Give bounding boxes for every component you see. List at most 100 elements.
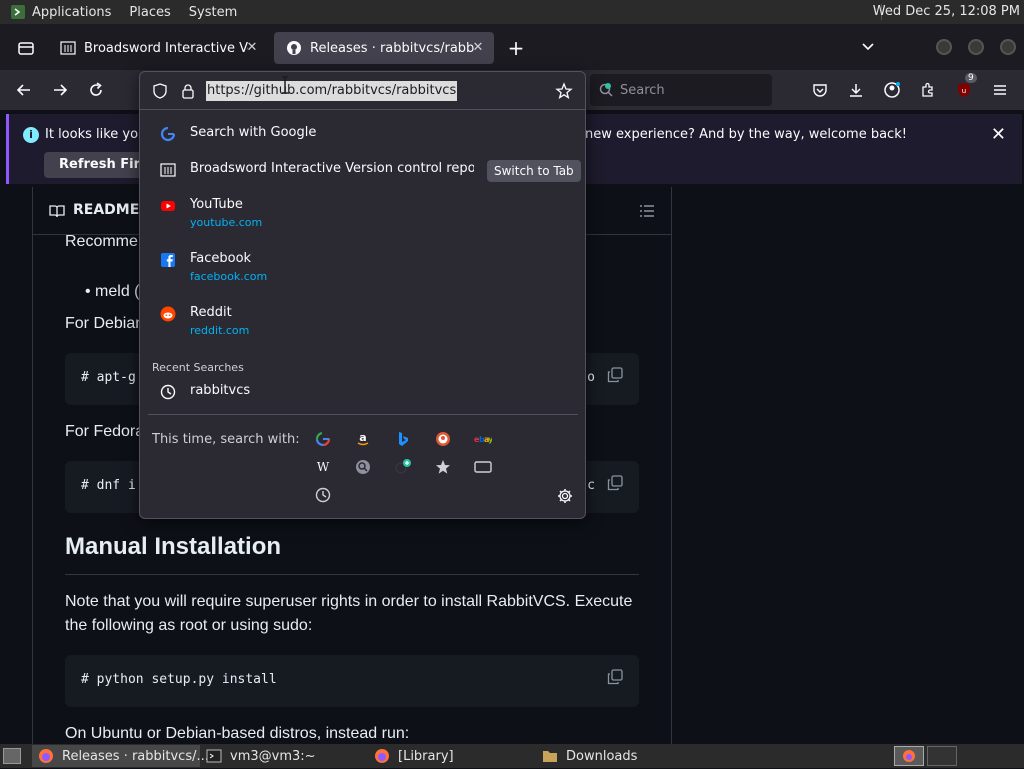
history-icon[interactable] <box>314 486 332 504</box>
taskbar-item-downloads[interactable]: Downloads <box>536 745 704 767</box>
suggestion-search-google[interactable]: Search with Google <box>148 122 578 158</box>
svg-text:a: a <box>359 431 366 444</box>
book-icon <box>49 203 65 219</box>
maximize-button[interactable] <box>968 39 984 55</box>
applications-menu-icon[interactable] <box>10 4 26 20</box>
facebook-icon <box>160 252 176 268</box>
url-input[interactable]: https://github.com/rabbitvcs/rabbitvcs <box>140 72 585 110</box>
reload-button[interactable] <box>84 78 108 102</box>
heading-rule <box>65 574 639 575</box>
bookmark-star-icon[interactable] <box>555 82 573 100</box>
terminal-icon <box>206 748 222 764</box>
suggestion-youtube[interactable]: YouTube youtube.com <box>148 194 578 248</box>
back-button[interactable] <box>12 78 36 102</box>
taskbar-item-label: Releases · rabbitvcs/... <box>62 748 209 764</box>
tab-broadsword[interactable]: Broadsword Interactive Version control r… <box>48 32 268 64</box>
reddit-icon <box>160 306 176 322</box>
switch-to-tab-button[interactable]: Switch to Tab <box>487 160 581 182</box>
hamburger-menu-icon[interactable] <box>988 78 1012 102</box>
search-input[interactable]: Search <box>590 74 772 106</box>
recommended-text: Recomme <box>65 233 138 250</box>
copy-icon[interactable] <box>607 475 623 491</box>
code-text: # apt-g <box>81 370 136 385</box>
firefox-icon <box>38 748 54 764</box>
menu-applications[interactable]: Applications <box>32 5 111 20</box>
clock[interactable]: Wed Dec 25, 12:08 PM <box>873 4 1020 19</box>
fedora-text: For Fedora <box>65 423 145 440</box>
add-engine-icon[interactable] <box>394 458 412 476</box>
firefox-icon <box>374 748 390 764</box>
menu-places[interactable]: Places <box>129 5 170 20</box>
taskbar-item-library[interactable]: [Library] <box>368 745 536 767</box>
amazon-icon[interactable]: a <box>354 430 372 448</box>
suggestion-url: facebook.com <box>190 270 268 283</box>
suggestion-url: reddit.com <box>190 324 250 337</box>
workspace-2[interactable] <box>927 746 957 766</box>
ublock-icon[interactable]: u 9 <box>952 73 977 102</box>
new-tab-button[interactable]: + <box>506 36 526 60</box>
tabs-icon[interactable] <box>474 458 492 476</box>
forward-button[interactable] <box>48 78 72 102</box>
pocket-icon[interactable] <box>808 78 832 102</box>
show-desktop-button[interactable] <box>3 748 21 764</box>
building-icon <box>160 162 176 178</box>
reload-icon <box>90 82 102 96</box>
tab-close-icon[interactable]: ✕ <box>244 40 260 56</box>
taskbar: Releases · rabbitvcs/... vm3@vm3:~ [Libr… <box>0 744 1024 768</box>
account-icon[interactable] <box>880 78 904 102</box>
suggestion-title: Facebook <box>190 251 252 266</box>
copy-icon[interactable] <box>607 367 623 383</box>
suggestion-title: YouTube <box>190 197 243 212</box>
taskbar-item-label: Downloads <box>566 748 638 764</box>
refresh-firefox-button[interactable]: Refresh Firefox… <box>44 152 152 178</box>
shield-icon[interactable] <box>152 83 168 99</box>
svg-text:y: y <box>488 435 492 444</box>
search-icon <box>599 83 613 97</box>
menu-system[interactable]: System <box>189 5 237 20</box>
youtube-icon <box>160 198 176 214</box>
code-text-tail: o <box>587 370 595 385</box>
copy-icon[interactable] <box>607 669 623 685</box>
minimize-button[interactable] <box>936 39 952 55</box>
duckduckgo-icon[interactable] <box>434 430 452 448</box>
tab-bar: Broadsword Interactive Version control r… <box>0 24 1024 70</box>
extensions-icon[interactable] <box>916 78 940 102</box>
firefox-view-icon[interactable] <box>16 38 36 58</box>
google-icon <box>160 126 176 142</box>
code-text-tail: c <box>587 478 595 493</box>
taskbar-item-firefox[interactable]: Releases · rabbitvcs/... <box>32 745 209 767</box>
table-of-contents-icon[interactable] <box>639 203 655 219</box>
google-icon[interactable] <box>314 430 332 448</box>
search-placeholder: Search <box>620 82 665 98</box>
workspace-1[interactable] <box>894 746 924 766</box>
lock-icon[interactable] <box>180 83 196 99</box>
taskbar-item-label: [Library] <box>398 748 454 764</box>
taskbar-item-terminal[interactable]: vm3@vm3:~ <box>200 745 368 767</box>
close-icon[interactable]: ✕ <box>991 124 1006 145</box>
tab-releases[interactable]: Releases · rabbitvcs/rabbitvcs ✕ <box>274 32 494 64</box>
urlbar-dropdown: https://github.com/rabbitvcs/rabbitvcs S… <box>139 71 586 519</box>
code-text: # python setup.py install <box>81 672 277 687</box>
chevron-down-icon[interactable] <box>860 38 876 54</box>
bookmarks-icon[interactable] <box>434 458 452 476</box>
extension-badge: 9 <box>965 73 977 83</box>
recent-search-text: rabbitvcs <box>190 383 251 398</box>
tab-title: Releases · rabbitvcs/rabbitvcs <box>310 40 474 56</box>
url-text[interactable]: https://github.com/rabbitvcs/rabbitvcs <box>206 81 458 101</box>
svg-text:u: u <box>962 87 966 95</box>
download-icon[interactable] <box>844 78 868 102</box>
wikipedia-icon[interactable]: W <box>314 458 332 476</box>
suggestion-facebook[interactable]: Facebook facebook.com <box>148 248 578 302</box>
clock-icon <box>160 384 176 400</box>
search-engine-icon[interactable] <box>354 458 372 476</box>
readme-tab[interactable]: README <box>73 202 139 218</box>
recent-search-item[interactable]: rabbitvcs <box>148 380 578 416</box>
gear-icon[interactable] <box>557 488 573 504</box>
ebay-icon[interactable]: ebay <box>474 430 492 448</box>
tab-close-icon[interactable]: ✕ <box>470 40 486 56</box>
suggestion-title: Reddit <box>190 305 232 320</box>
bing-icon[interactable] <box>394 430 412 448</box>
suggestion-reddit[interactable]: Reddit reddit.com <box>148 302 578 356</box>
suggestion-url: youtube.com <box>190 216 263 229</box>
close-window-button[interactable] <box>1000 39 1016 55</box>
